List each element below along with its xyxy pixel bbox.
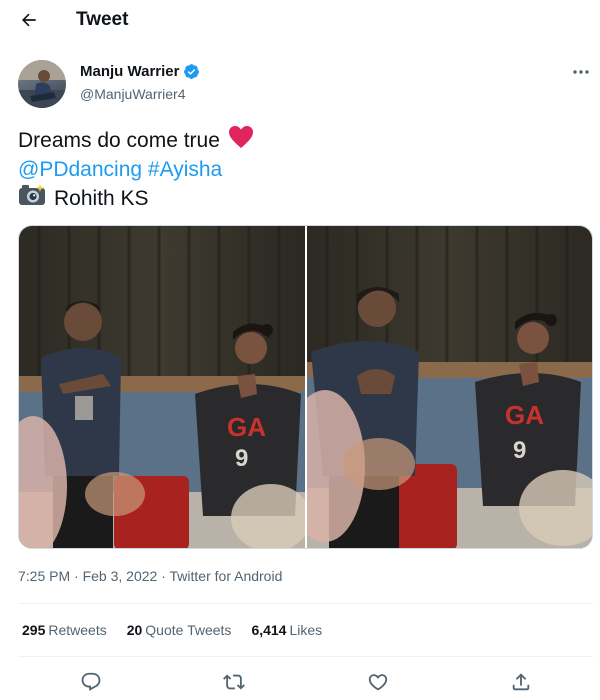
like-icon — [368, 674, 388, 691]
svg-text:GA: GA — [227, 412, 266, 442]
tweet-line-3: Rohith KS — [18, 183, 254, 215]
camera-emoji-icon — [18, 183, 46, 215]
meta-separator: · — [157, 568, 170, 584]
verified-badge-icon — [184, 64, 200, 79]
tweet-date[interactable]: Feb 3, 2022 — [83, 568, 158, 584]
like-button[interactable] — [363, 668, 393, 696]
tweet-line-text: Dreams do come true — [18, 129, 220, 152]
hashtag-link[interactable]: #Ayisha — [148, 155, 222, 184]
share-icon — [512, 673, 530, 691]
retweet-button[interactable] — [219, 668, 249, 696]
arrow-left-icon — [22, 13, 36, 27]
photo-credit: Rohith KS — [54, 187, 149, 210]
likes-label: Likes — [289, 622, 323, 638]
tweet-line-1: Dreams do come true — [18, 125, 254, 157]
top-bar: Tweet — [0, 0, 600, 40]
author-handle[interactable]: @ManjuWarrier4 — [80, 86, 186, 102]
retweets-stat[interactable]: 295 Retweets — [22, 622, 107, 638]
more-horizontal-icon — [573, 70, 589, 74]
tweet-meta: 7:25 PM · Feb 3, 2022 · Twitter for Andr… — [18, 568, 282, 584]
mention-link[interactable]: @PDdancing — [18, 155, 142, 184]
photo-1[interactable]: GA 9 — [19, 226, 305, 548]
media-grid: GA 9 GA 9 — [18, 225, 593, 549]
retweets-label: Retweets — [48, 622, 107, 638]
retweet-icon — [223, 674, 245, 690]
more-options-button[interactable] — [568, 62, 594, 82]
reply-icon — [81, 672, 101, 691]
quote-tweets-stat[interactable]: 20 Quote Tweets — [127, 622, 232, 638]
divider — [18, 656, 593, 657]
tweet-time[interactable]: 7:25 PM — [18, 568, 70, 584]
page-title: Tweet — [76, 9, 129, 30]
reply-button[interactable] — [76, 668, 106, 696]
heart-emoji-icon — [228, 125, 254, 157]
tweet-text: Dreams do come true @PDdancing #Ayisha R… — [18, 125, 254, 215]
author-name[interactable]: Manju Warrier — [80, 63, 179, 80]
likes-stat[interactable]: 6,414 Likes — [251, 622, 322, 638]
tweet-source[interactable]: Twitter for Android — [170, 568, 283, 584]
tweet-actions — [0, 668, 600, 698]
tweet-line-2: @PDdancing #Ayisha — [18, 155, 254, 184]
likes-count: 6,414 — [251, 622, 287, 638]
divider — [18, 603, 593, 604]
avatar[interactable] — [18, 60, 66, 108]
photo-2[interactable]: GA 9 — [306, 226, 592, 548]
quote-tweets-count: 20 — [126, 622, 143, 638]
meta-separator: · — [70, 568, 83, 584]
retweets-count: 295 — [22, 622, 46, 638]
share-button[interactable] — [506, 668, 536, 696]
quote-tweets-label: Quote Tweets — [145, 622, 232, 638]
back-button[interactable] — [14, 6, 44, 34]
tweet-stats: 295 Retweets 20 Quote Tweets 6,414 Likes — [22, 622, 342, 638]
svg-text:9: 9 — [235, 445, 248, 472]
svg-text:GA: GA — [505, 400, 544, 430]
svg-text:9: 9 — [513, 437, 526, 464]
author-name-row: Manju Warrier — [80, 63, 200, 80]
